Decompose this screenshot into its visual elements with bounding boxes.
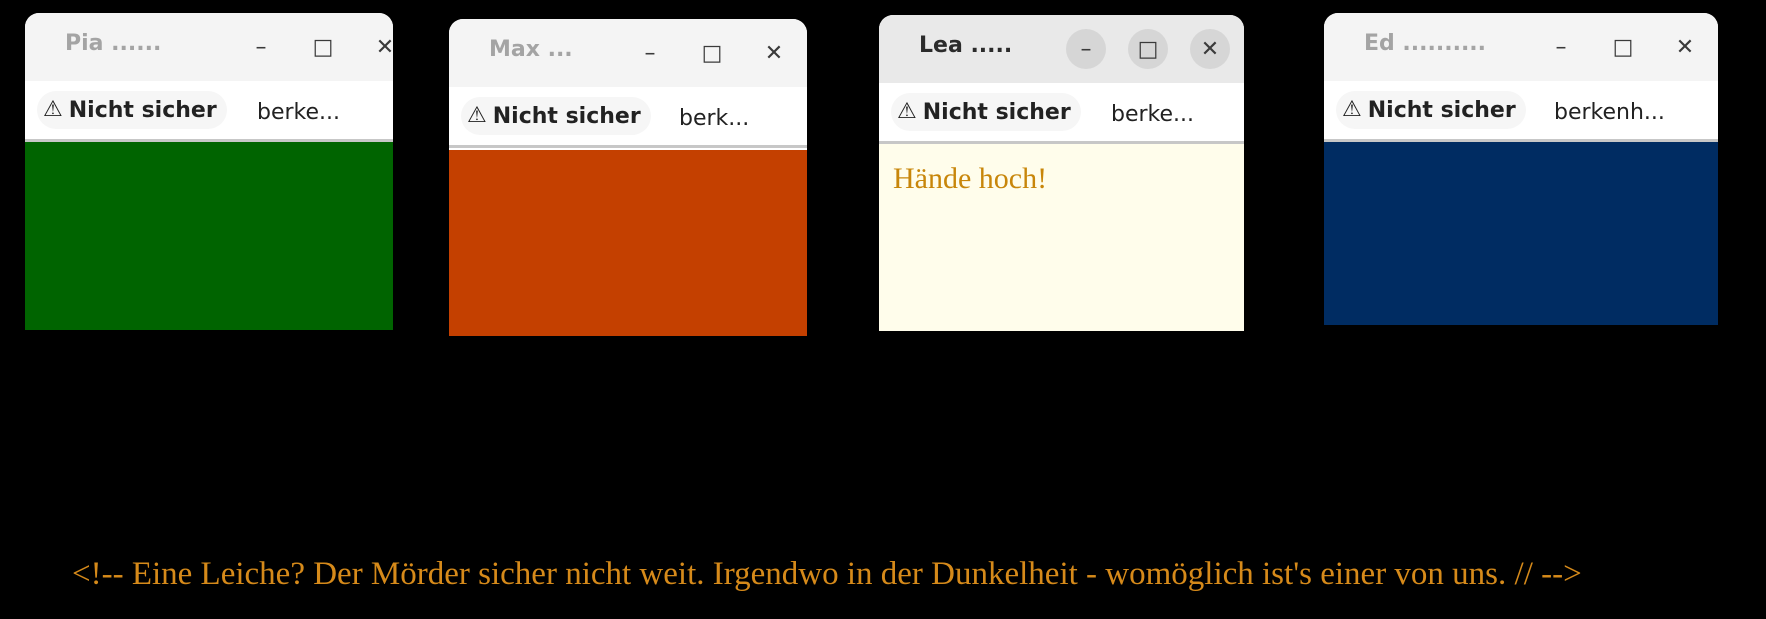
close-icon[interactable]: ✕ — [754, 33, 794, 73]
url-text[interactable]: berke... — [1111, 102, 1194, 127]
minimize-icon[interactable]: – — [630, 33, 670, 73]
security-chip[interactable]: ⚠ Nicht sicher — [891, 93, 1081, 131]
warning-triangle-icon: ⚠ — [897, 99, 917, 124]
title-bar[interactable]: Lea ..... – □ ✕ — [879, 15, 1244, 84]
close-icon[interactable]: ✕ — [1190, 29, 1230, 69]
security-label: Nicht sicher — [922, 99, 1071, 125]
window-title: Ed .......... — [1364, 31, 1487, 56]
security-label: Nicht sicher — [492, 103, 641, 129]
close-icon[interactable]: ✕ — [1665, 27, 1705, 67]
window-title: Pia ...... — [65, 31, 162, 56]
close-icon[interactable]: ✕ — [365, 27, 393, 67]
maximize-icon[interactable]: □ — [692, 33, 732, 73]
warning-triangle-icon: ⚠ — [1342, 97, 1362, 122]
page-text: Hände hoch! — [893, 162, 1048, 195]
page-content — [449, 150, 807, 336]
title-bar[interactable]: Max ... – □ ✕ — [449, 19, 807, 88]
warning-triangle-icon: ⚠ — [43, 97, 63, 122]
page-content — [1324, 142, 1718, 325]
minimize-icon[interactable]: – — [241, 27, 281, 67]
browser-window-lea[interactable]: Lea ..... – □ ✕ ⚠ Nicht sicher berke... … — [879, 15, 1244, 331]
window-title: Lea ..... — [919, 33, 1013, 58]
maximize-icon[interactable]: □ — [303, 27, 343, 67]
address-bar[interactable]: ⚠ Nicht sicher berke... — [879, 83, 1244, 144]
title-bar[interactable]: Ed .......... – □ ✕ — [1324, 13, 1718, 82]
security-chip[interactable]: ⚠ Nicht sicher — [1336, 91, 1526, 129]
minimize-icon[interactable]: – — [1541, 27, 1581, 67]
maximize-icon[interactable]: □ — [1128, 29, 1168, 69]
address-bar[interactable]: ⚠ Nicht sicher berk... — [449, 87, 807, 148]
security-label: Nicht sicher — [1367, 97, 1516, 123]
browser-window-max[interactable]: Max ... – □ ✕ ⚠ Nicht sicher berk... — [449, 19, 807, 336]
browser-window-pia[interactable]: Pia ...... – □ ✕ ⚠ Nicht sicher berke... — [25, 13, 393, 330]
browser-window-ed[interactable]: Ed .......... – □ ✕ ⚠ Nicht sicher berke… — [1324, 13, 1718, 325]
title-bar[interactable]: Pia ...... – □ ✕ — [25, 13, 393, 82]
story-comment-text: <!-- Eine Leiche? Der Mörder sicher nich… — [72, 556, 1582, 592]
warning-triangle-icon: ⚠ — [467, 103, 487, 128]
url-text[interactable]: berk... — [679, 106, 749, 131]
page-content: Hände hoch! — [879, 144, 1244, 331]
url-text[interactable]: berkenh... — [1554, 100, 1665, 125]
address-bar[interactable]: ⚠ Nicht sicher berke... — [25, 81, 393, 142]
security-label: Nicht sicher — [68, 97, 217, 123]
minimize-icon[interactable]: – — [1066, 29, 1106, 69]
maximize-icon[interactable]: □ — [1603, 27, 1643, 67]
security-chip[interactable]: ⚠ Nicht sicher — [37, 91, 227, 129]
page-content — [25, 142, 393, 330]
address-bar[interactable]: ⚠ Nicht sicher berkenh... — [1324, 81, 1718, 142]
window-title: Max ... — [489, 37, 573, 62]
security-chip[interactable]: ⚠ Nicht sicher — [461, 97, 651, 135]
url-text[interactable]: berke... — [257, 100, 340, 125]
